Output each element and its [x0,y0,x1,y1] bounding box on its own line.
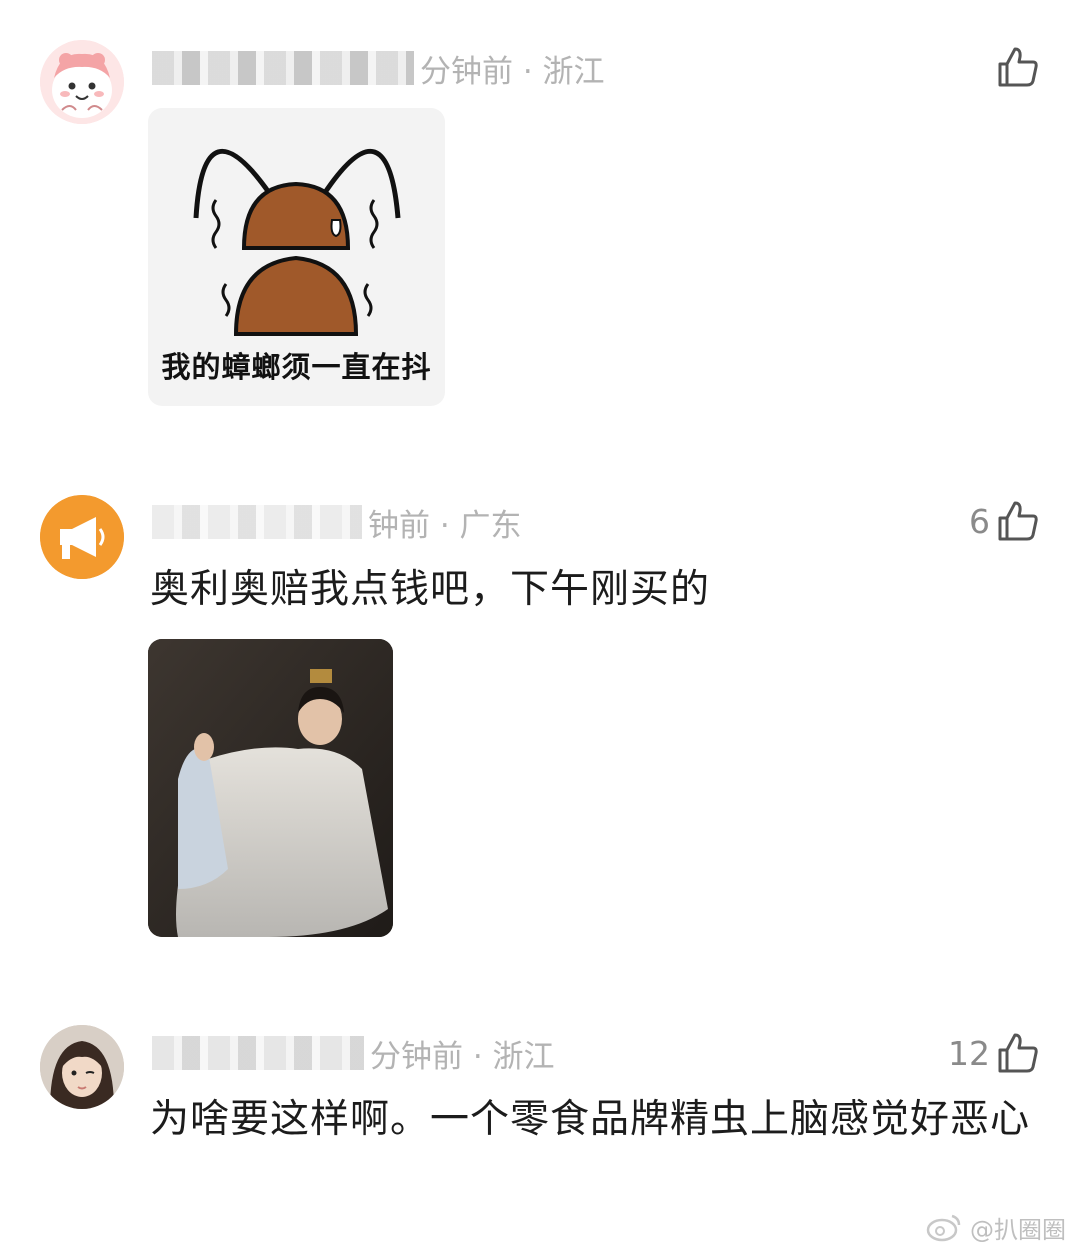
drama-still-photo [148,639,393,937]
like-button[interactable] [990,42,1040,92]
like-count: 6 [969,501,990,541]
like-button[interactable]: 6 [969,496,1040,546]
comment-text: 奥利奥赔我点钱吧，下午刚买的 [150,567,711,612]
comment-meta: 分钟前 · 浙江 [152,1033,555,1075]
weibo-icon [926,1214,961,1242]
comment-item: 分钟前 · 浙江 12 为啥要这样啊。一个零食品牌精虫上脑感觉好恶心 [0,1000,1080,1255]
avatar[interactable] [40,40,124,124]
thumbs-up-icon [998,47,1038,87]
comment-text: 为啥要这样啊。一个零食品牌精虫上脑感觉好恶心 [150,1097,1031,1142]
meme-caption: 我的蟑螂须一直在抖 [161,350,432,384]
comment-item: 分钟前 · 浙江 我的蟑螂须一直在抖 [0,0,1080,440]
watermark-text: @扒圈圈 [970,1215,1066,1244]
username-redacted [152,51,414,85]
drama-still-image[interactable] [148,639,393,937]
thumbs-up-icon [998,1033,1038,1073]
comment-feed: 分钟前 · 浙江 我的蟑螂须一直在抖 钟前 · 广东 6 奥利奥赔我点钱吧，下午… [0,0,1080,1255]
meme-image[interactable]: 我的蟑螂须一直在抖 [148,108,445,406]
like-button[interactable]: 12 [948,1028,1040,1078]
username-redacted [152,505,362,539]
thumbs-up-icon [998,501,1038,541]
avatar[interactable] [40,495,124,579]
watermark: @扒圈圈 [926,1209,1066,1245]
avatar[interactable] [40,1025,124,1109]
pink-cartoon-avatar-icon [40,40,124,124]
like-count: 12 [948,1033,990,1073]
username-redacted [152,1036,364,1070]
comment-time-location: 分钟前 · 浙江 [420,53,605,90]
megaphone-icon [40,495,124,579]
girl-photo-avatar-icon [40,1025,124,1109]
comment-meta: 分钟前 · 浙江 [152,48,605,90]
comment-meta: 钟前 · 广东 [152,502,522,544]
comment-item: 钟前 · 广东 6 奥利奥赔我点钱吧，下午刚买的 [0,440,1080,1000]
comment-time-location: 分钟前 · 浙江 [370,1038,555,1075]
comment-time-location: 钟前 · 广东 [368,507,522,544]
